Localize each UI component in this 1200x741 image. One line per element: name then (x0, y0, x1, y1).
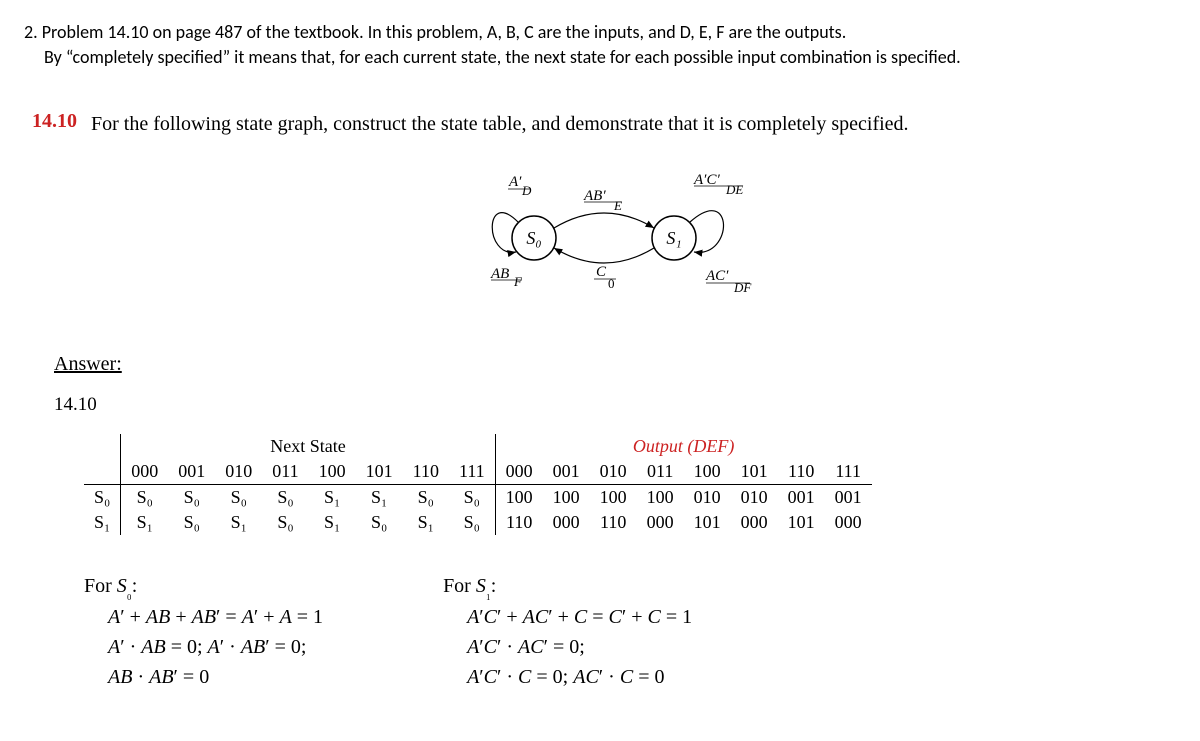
equations-block: For S₀: A′ + AB + AB′ = A′ + A = 1 A′ · … (84, 575, 1176, 692)
eq-title-s1: For S₁: (443, 575, 692, 602)
col-header: 101 (356, 459, 403, 485)
svg-text:E: E (613, 198, 622, 213)
svg-text:AC′: AC′ (705, 268, 729, 284)
state-graph-svg: S₀ S₁ A′ D AB F AB′ E C 0 A′C′ (404, 158, 804, 318)
col-header: 111 (825, 459, 872, 485)
output-header: Output (DEF) (495, 434, 872, 459)
answer-heading: Answer: (54, 353, 1176, 376)
equations-s1: For S₁: A′C′ + AC′ + C = C′ + C = 1 A′C′… (443, 575, 692, 692)
svg-text:F: F (513, 274, 523, 289)
problem-text: For the following state graph, construct… (91, 110, 909, 138)
col-header: 100 (309, 459, 356, 485)
textbook-problem: 14.10 For the following state graph, con… (32, 110, 1176, 323)
svg-text:A′: A′ (508, 174, 522, 190)
table-row: S₁ S₁S₀S₁S₀S₁S₀S₁S₀ 11000011000010100010… (84, 510, 872, 535)
col-header: 110 (403, 459, 449, 485)
col-header: 100 (684, 459, 731, 485)
svg-text:DE: DE (725, 182, 743, 197)
col-header: 010 (215, 459, 262, 485)
equations-s0: For S₀: A′ + AB + AB′ = A′ + A = 1 A′ · … (84, 575, 323, 692)
col-header: 000 (121, 459, 169, 485)
eq-title-s0: For S₀: (84, 575, 323, 602)
svg-text:DF: DF (733, 280, 752, 295)
intro-line-2: By “completely specified” it means that,… (24, 45, 1176, 70)
svg-text:D: D (521, 183, 532, 198)
col-header: 110 (778, 459, 825, 485)
svg-text:C: C (596, 264, 607, 280)
answer-number: 14.10 (54, 394, 1176, 416)
table-row: S₀ S₀S₀S₀S₀S₁S₁S₀S₀ 10010010010001001000… (84, 485, 872, 511)
next-state-header: Next State (121, 434, 495, 459)
col-header: 111 (449, 459, 495, 485)
col-header: 010 (590, 459, 637, 485)
svg-text:S₁: S₁ (666, 228, 681, 248)
col-header: 011 (637, 459, 684, 485)
problem-intro: 2. Problem 14.10 on page 487 of the text… (24, 20, 1176, 70)
state-graph-diagram: S₀ S₁ A′ D AB F AB′ E C 0 A′C′ (32, 158, 1176, 323)
col-header: 101 (731, 459, 778, 485)
intro-line-1: 2. Problem 14.10 on page 487 of the text… (24, 20, 1176, 45)
col-header: 000 (495, 459, 543, 485)
col-header: 011 (262, 459, 308, 485)
col-header: 001 (543, 459, 590, 485)
col-header: 001 (168, 459, 215, 485)
svg-text:S₀: S₀ (526, 228, 541, 248)
state-table: Next State Output (DEF) 000 001 010 011 … (84, 434, 872, 535)
problem-number: 14.10 (32, 110, 77, 133)
svg-text:0: 0 (608, 276, 615, 291)
